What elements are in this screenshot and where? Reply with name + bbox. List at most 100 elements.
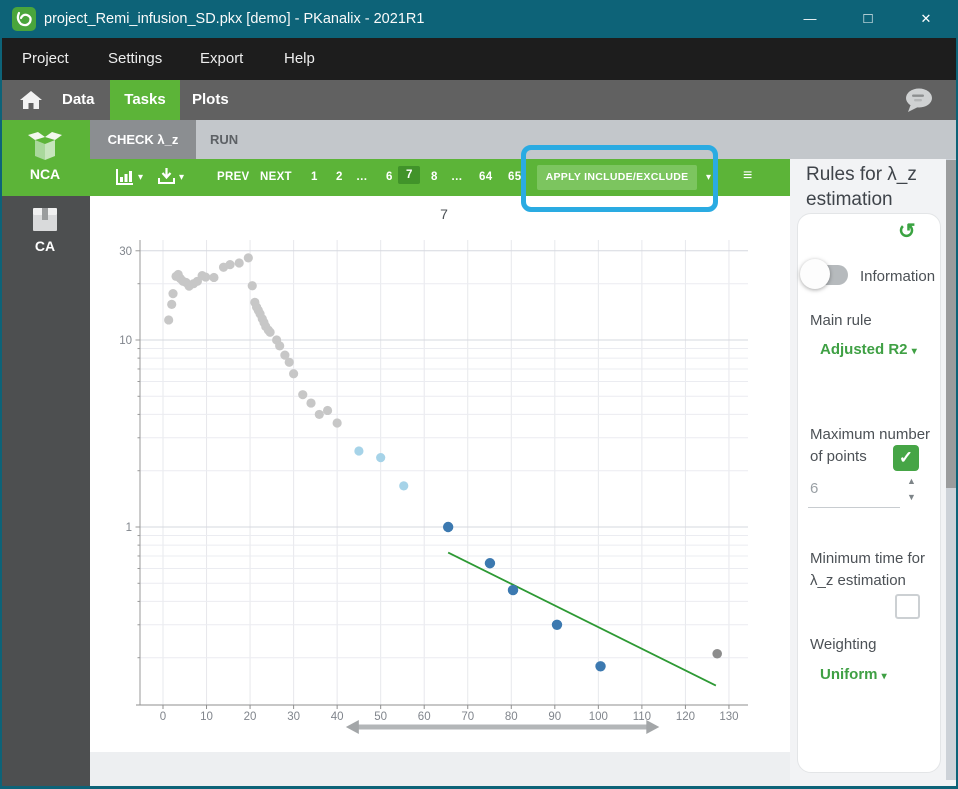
prev-page-button[interactable]: PREV — [217, 171, 250, 183]
menu-export[interactable]: Export — [200, 38, 243, 80]
tab-tasks-label: Tasks — [124, 91, 165, 108]
page-1-button[interactable]: 1 — [311, 171, 318, 183]
page-64-button[interactable]: 64 — [479, 171, 492, 183]
minimize-button[interactable]: — — [793, 0, 827, 38]
reset-rules-icon[interactable]: ↺ — [898, 222, 916, 242]
rules-panel-heading: Rules for λ_z estimation — [806, 162, 946, 212]
data-point-used-for-lambda-z-fit[interactable] — [508, 585, 518, 595]
x-tick-label: 130 — [719, 711, 738, 723]
export-plot-caret-icon[interactable]: ▾ — [179, 172, 184, 183]
weighting-value: Uniform — [820, 666, 878, 683]
page-65-button[interactable]: 65 — [508, 171, 521, 183]
weighting-dropdown[interactable]: Uniform ▾ — [820, 666, 887, 683]
time-range-slider-left-arrow-icon[interactable] — [346, 720, 359, 734]
plot-display-caret-icon[interactable]: ▾ — [138, 172, 143, 183]
menu-project[interactable]: Project — [22, 38, 69, 80]
sidebar-item-nca[interactable]: NCA — [0, 120, 90, 196]
data-point-before-lambda-z-window[interactable] — [275, 341, 284, 350]
data-point-before-lambda-z-window[interactable] — [235, 258, 244, 267]
data-point-excluded-point[interactable] — [712, 649, 722, 659]
panel-scrollbar-thumb[interactable] — [946, 160, 956, 488]
tab-plots[interactable]: Plots — [192, 80, 229, 120]
menu-help[interactable]: Help — [284, 38, 315, 80]
app-logo-icon — [12, 7, 36, 31]
data-point-in-window-not-used[interactable] — [399, 481, 408, 490]
next-page-button[interactable]: NEXT — [260, 171, 292, 183]
max-points-checkbox[interactable]: ✓ — [893, 445, 919, 471]
data-point-before-lambda-z-window[interactable] — [285, 358, 294, 367]
sidebar-item-ca[interactable]: CA — [0, 196, 90, 268]
data-point-before-lambda-z-window[interactable] — [201, 272, 210, 281]
page-ellipsis-left: … — [356, 171, 368, 183]
x-tick-label: 80 — [505, 711, 518, 723]
data-point-used-for-lambda-z-fit[interactable] — [595, 661, 605, 671]
x-tick-label: 90 — [548, 711, 561, 723]
information-label: Information — [860, 266, 935, 288]
x-tick-label: 10 — [200, 711, 213, 723]
closed-box-icon — [31, 206, 59, 237]
main-rule-caret-icon: ▾ — [912, 346, 917, 357]
main-rule-dropdown[interactable]: Adjusted R2 ▾ — [820, 341, 917, 358]
data-point-before-lambda-z-window[interactable] — [164, 315, 173, 324]
data-point-before-lambda-z-window[interactable] — [323, 406, 332, 415]
tab-data[interactable]: Data — [62, 80, 95, 120]
page-8-button[interactable]: 8 — [431, 171, 438, 183]
page-2-button[interactable]: 2 — [336, 171, 343, 183]
maximize-button[interactable]: □ — [851, 0, 885, 38]
main-rule-value: Adjusted R2 — [820, 341, 908, 358]
information-toggle-knob[interactable] — [800, 259, 830, 289]
x-tick-label: 120 — [676, 711, 695, 723]
data-point-before-lambda-z-window[interactable] — [315, 410, 324, 419]
data-point-in-window-not-used[interactable] — [376, 453, 385, 462]
page-6-button[interactable]: 6 — [386, 171, 393, 183]
data-point-before-lambda-z-window[interactable] — [168, 289, 177, 298]
x-tick-label: 30 — [287, 711, 300, 723]
lambda-z-plot-area: 010203040506070809010011012013030101 7 — [90, 196, 790, 752]
weighting-label: Weighting — [810, 634, 876, 656]
subtab-run[interactable]: RUN — [210, 120, 238, 159]
weighting-caret-icon: ▾ — [882, 671, 887, 682]
feedback-chat-icon[interactable] — [903, 87, 935, 119]
data-point-before-lambda-z-window[interactable] — [225, 260, 234, 269]
data-point-used-for-lambda-z-fit[interactable] — [552, 620, 562, 630]
x-tick-label: 70 — [461, 711, 474, 723]
data-point-before-lambda-z-window[interactable] — [244, 253, 253, 262]
data-point-before-lambda-z-window[interactable] — [265, 328, 274, 337]
data-point-before-lambda-z-window[interactable] — [167, 300, 176, 309]
close-button[interactable]: ✕ — [909, 0, 943, 38]
data-point-before-lambda-z-window[interactable] — [248, 281, 257, 290]
bottom-strip — [90, 752, 790, 789]
export-plot-icon[interactable] — [158, 168, 175, 190]
window-border-left — [0, 38, 2, 789]
menu-settings[interactable]: Settings — [108, 38, 162, 80]
nav-tab-bar: Data Tasks Plots — [0, 80, 958, 120]
time-range-slider-bar[interactable] — [357, 725, 648, 730]
data-point-used-for-lambda-z-fit[interactable] — [485, 558, 495, 568]
open-box-icon — [27, 131, 63, 166]
time-range-slider-right-arrow-icon[interactable] — [646, 720, 659, 734]
tab-tasks[interactable]: Tasks — [110, 80, 180, 120]
x-tick-label: 100 — [589, 711, 608, 723]
max-points-spinner-down-icon[interactable]: ▼ — [907, 492, 916, 502]
subtab-check-lambda-z[interactable]: CHECK λ_z — [90, 120, 196, 159]
main-rule-label: Main rule — [810, 310, 872, 332]
y-tick-label: 30 — [119, 246, 132, 258]
data-point-used-for-lambda-z-fit[interactable] — [443, 522, 453, 532]
data-point-before-lambda-z-window[interactable] — [298, 390, 307, 399]
lambda-z-plot: 010203040506070809010011012013030101 — [90, 196, 790, 752]
sidebar-item-nca-label: NCA — [0, 166, 90, 182]
plot-display-icon[interactable] — [116, 169, 134, 190]
max-points-spinner-up-icon[interactable]: ▲ — [907, 476, 916, 486]
min-time-label: Minimum time for λ_z estimation — [810, 548, 936, 592]
min-time-checkbox[interactable] — [895, 594, 920, 619]
data-point-before-lambda-z-window[interactable] — [289, 369, 298, 378]
max-points-input-underline — [808, 507, 900, 508]
home-icon[interactable] — [20, 91, 42, 114]
data-point-before-lambda-z-window[interactable] — [306, 398, 315, 407]
plot-settings-menu-icon[interactable]: ≡ — [743, 167, 752, 185]
page-7-button-current[interactable]: 7 — [398, 166, 420, 184]
max-points-input[interactable]: 6 — [810, 480, 818, 497]
data-point-before-lambda-z-window[interactable] — [209, 273, 218, 282]
data-point-before-lambda-z-window[interactable] — [333, 418, 342, 427]
data-point-in-window-not-used[interactable] — [354, 446, 363, 455]
